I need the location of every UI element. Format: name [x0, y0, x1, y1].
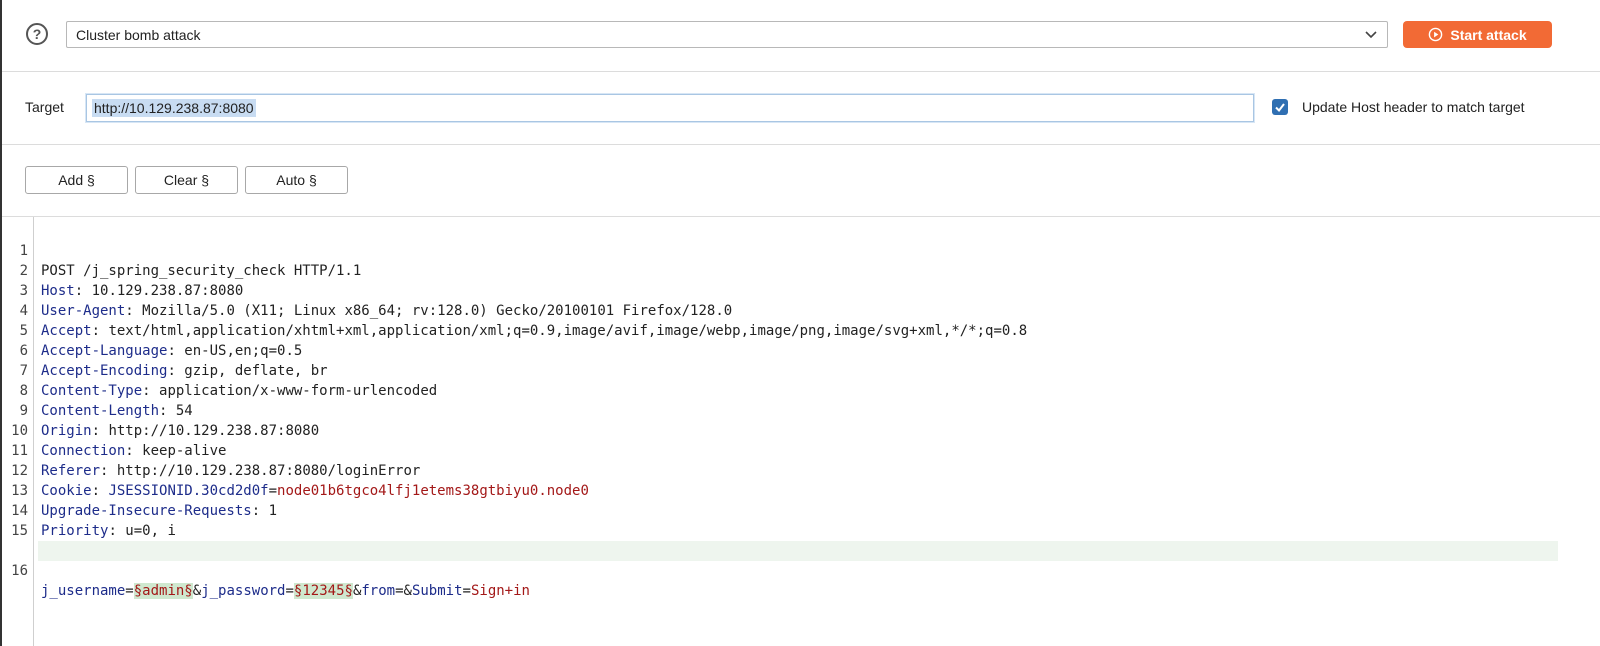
- line-number: 16: [11, 563, 28, 579]
- payload-marker[interactable]: §12345§: [293, 583, 353, 599]
- intruder-positions-panel: ? Cluster bomb attack Start attack Targe…: [0, 0, 1600, 646]
- attack-type-bar: ? Cluster bomb attack Start attack: [2, 0, 1600, 72]
- add-marker-button[interactable]: Add §: [25, 166, 128, 194]
- editor-line-10: 10 Connection: keep-alive: [2, 401, 1600, 459]
- editor-line-1: 1 POST /j_spring_security_check HTTP/1.1: [2, 221, 1600, 279]
- start-attack-button[interactable]: Start attack: [1403, 21, 1552, 48]
- editor-line-13: 13 Upgrade-Insecure-Requests: 1: [2, 461, 1600, 519]
- attack-type-value: Cluster bomb attack: [76, 26, 201, 43]
- update-host-checkbox[interactable]: [1272, 99, 1288, 115]
- editor-line-12: 12 Cookie: JSESSIONID.30cd2d0f=node01b6t…: [2, 441, 1600, 499]
- target-row: Target http://10.129.238.87:8080 Update …: [2, 73, 1600, 145]
- editor-line-4: 4 Accept: text/html,application/xhtml+xm…: [2, 281, 1600, 339]
- body-param-value: Sign+in: [470, 583, 530, 599]
- body-param-name: j_username: [41, 583, 126, 599]
- payload-marker[interactable]: §admin§: [133, 583, 193, 599]
- target-label: Target: [25, 99, 64, 115]
- start-attack-label: Start attack: [1450, 26, 1527, 43]
- current-line-highlight: [38, 541, 1558, 561]
- request-editor[interactable]: 1 POST /j_spring_security_check HTTP/1.1…: [2, 216, 1600, 646]
- editor-line-5: 5 Accept-Language: en-US,en;q=0.5: [2, 301, 1600, 359]
- editor-line-14: 14 Priority: u=0, i: [2, 481, 1600, 539]
- play-circle-icon: [1429, 27, 1443, 42]
- editor-line-11: 11 Referer: http://10.129.238.87:8080/lo…: [2, 421, 1600, 479]
- question-circle-icon[interactable]: ?: [26, 23, 48, 45]
- body-param-name: j_password: [201, 583, 286, 599]
- attack-type-select[interactable]: Cluster bomb attack: [66, 21, 1388, 48]
- body-param-name: from: [361, 583, 396, 599]
- editor-line-8: 8 Content-Length: 54: [2, 361, 1600, 419]
- editor-line-15: 15: [2, 501, 1600, 539]
- editor-line-3: 3 User-Agent: Mozilla/5.0 (X11; Linux x8…: [2, 261, 1600, 319]
- target-input[interactable]: http://10.129.238.87:8080: [86, 94, 1254, 122]
- body-param-name: Submit: [411, 583, 463, 599]
- target-value: http://10.129.238.87:8080: [92, 99, 256, 117]
- auto-markers-button[interactable]: Auto §: [245, 166, 348, 194]
- editor-line-7: 7 Content-Type: application/x-www-form-u…: [2, 341, 1600, 399]
- editor-line-9: 9 Origin: http://10.129.238.87:8080: [2, 381, 1600, 439]
- clear-markers-button[interactable]: Clear §: [135, 166, 238, 194]
- update-host-label: Update Host header to match target: [1302, 99, 1525, 115]
- chevron-down-icon: [1365, 31, 1377, 39]
- editor-line-16: 16 j_username=§admin§&j_password=§12345§…: [2, 521, 1600, 599]
- checkmark-icon: [1275, 103, 1285, 113]
- editor-line-6: 6 Accept-Encoding: gzip, deflate, br: [2, 321, 1600, 379]
- editor-line-2: 2 Host: 10.129.238.87:8080: [2, 241, 1600, 299]
